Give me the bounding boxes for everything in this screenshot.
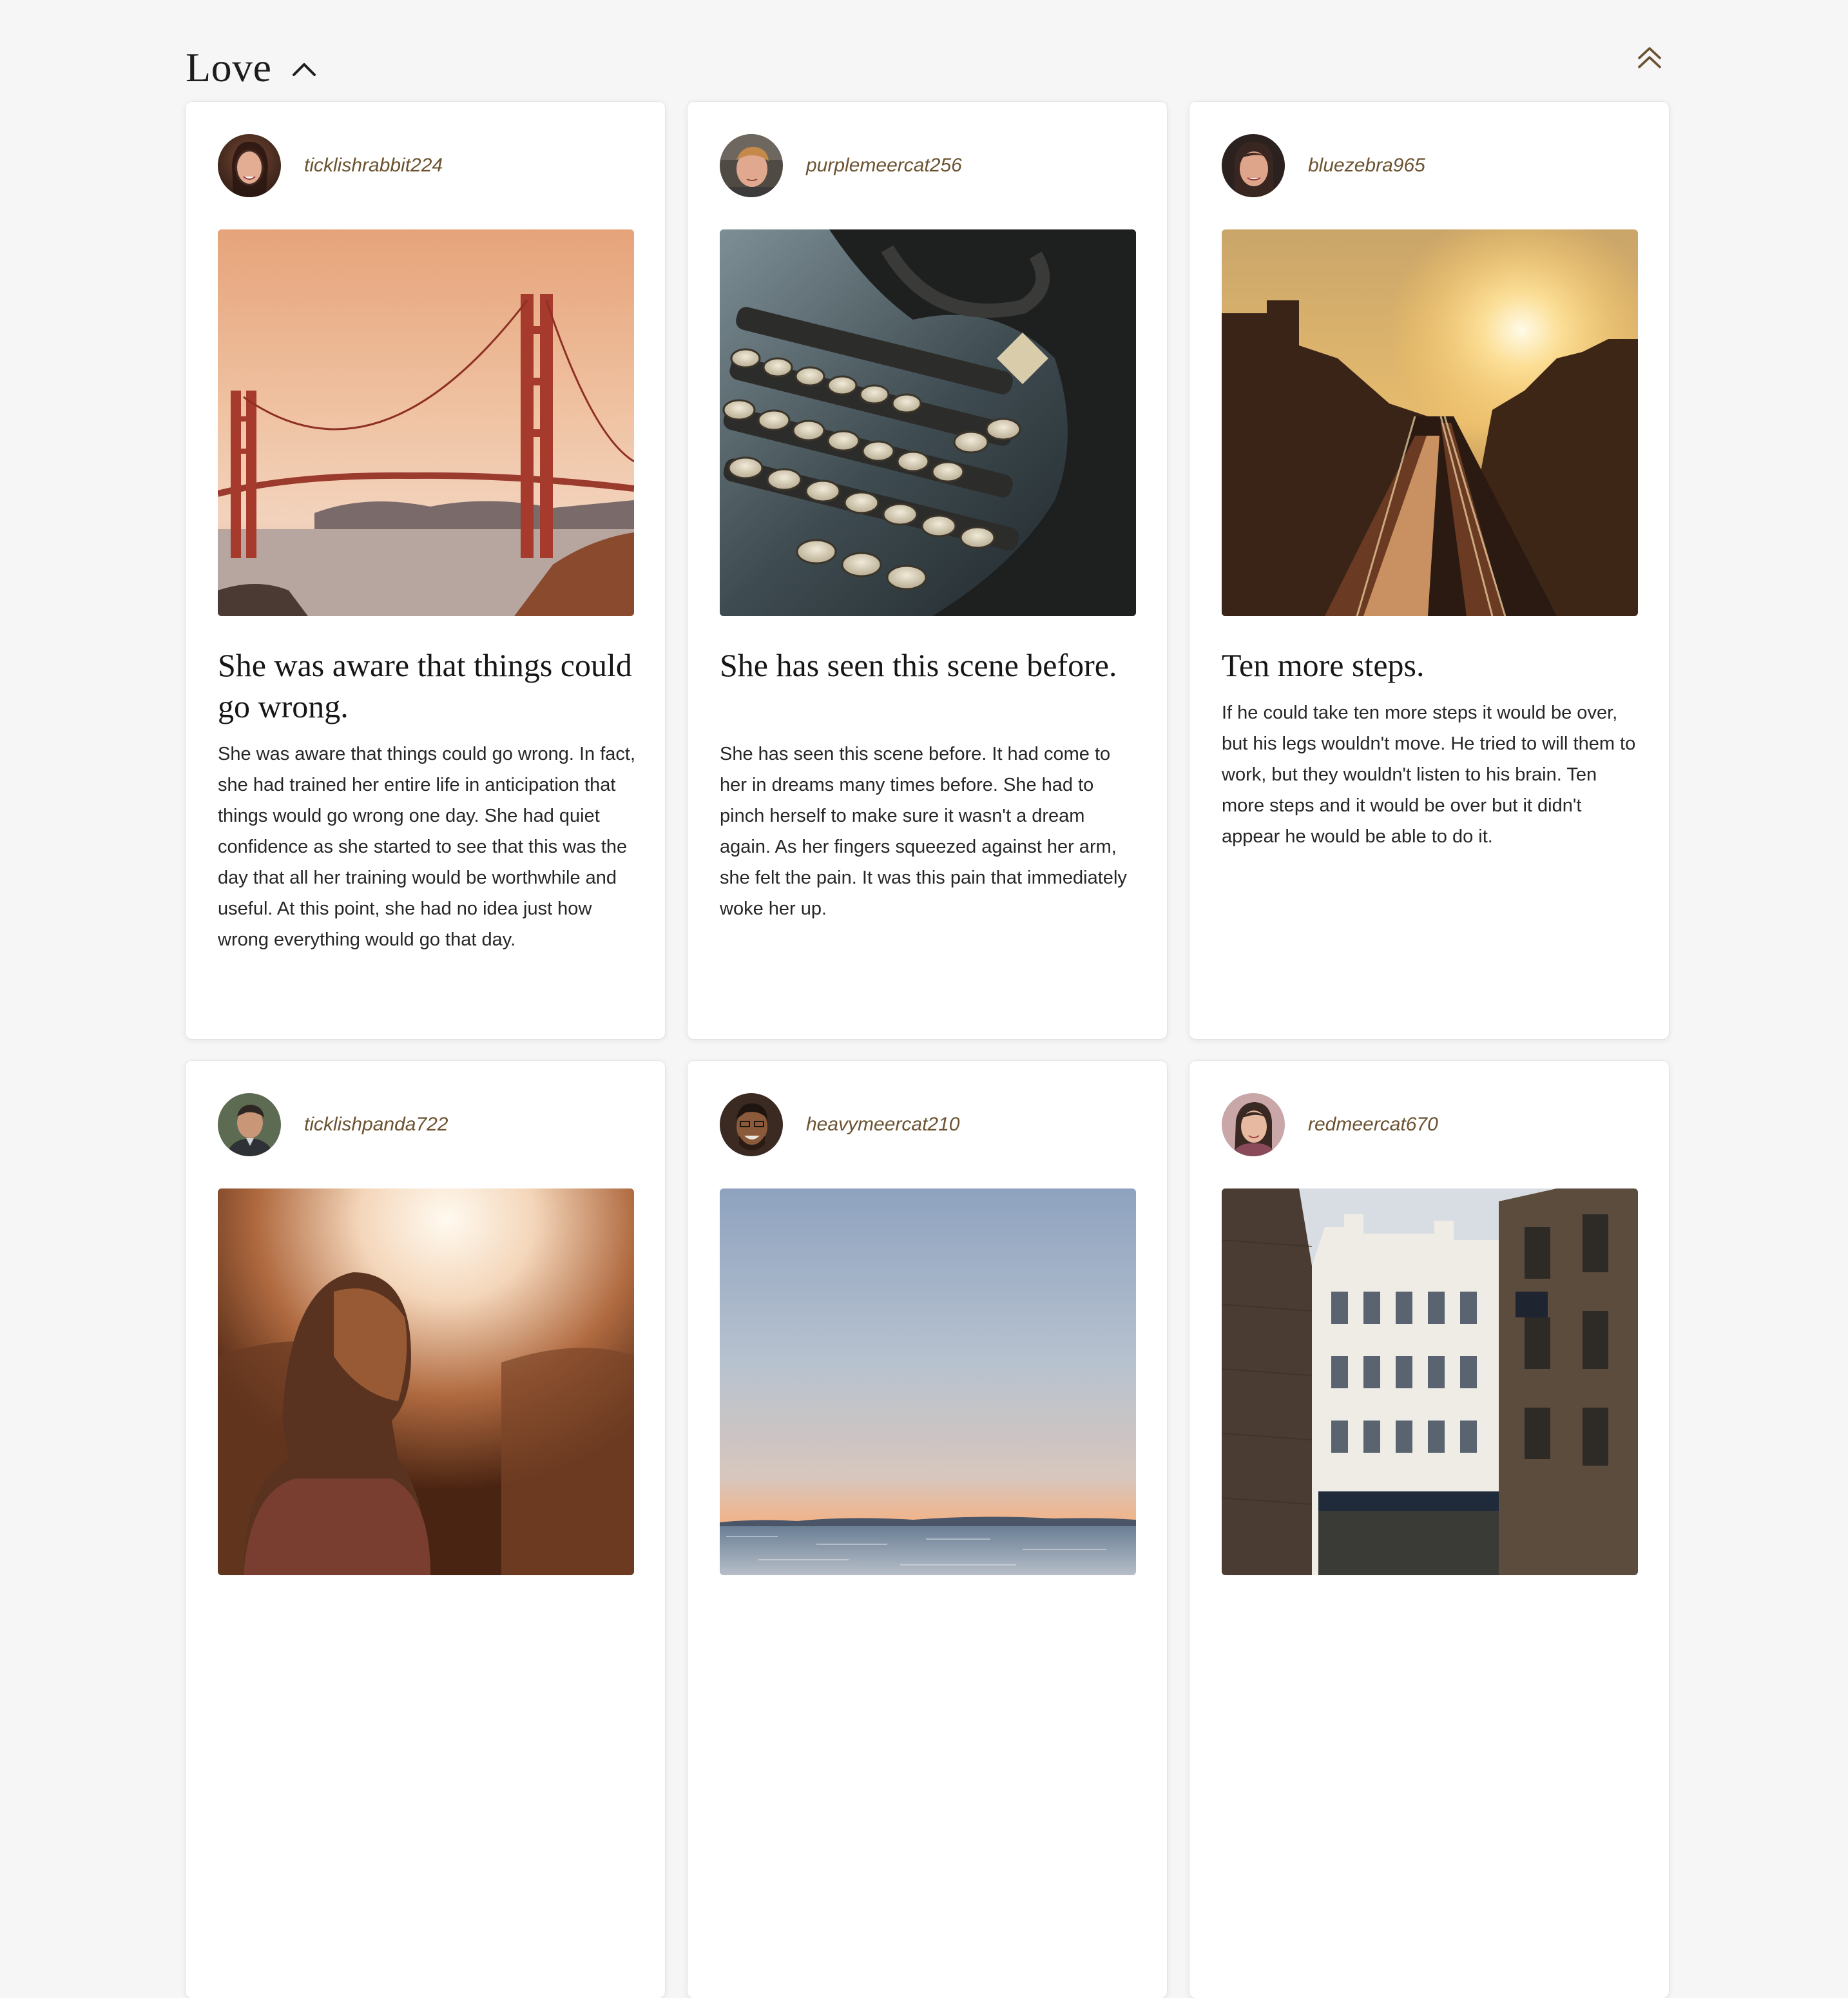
author-username: ticklishpanda722 bbox=[304, 1114, 448, 1135]
story-card: bluezebra965 Ten more steps. If he could… bbox=[1189, 102, 1669, 1039]
story-image[interactable] bbox=[720, 1188, 1136, 1575]
author-link[interactable]: ticklishpanda722 bbox=[218, 1093, 448, 1156]
story-card: redmeercat670 bbox=[1189, 1061, 1669, 1998]
avatar bbox=[1222, 134, 1285, 197]
story-card: purplemeercat256 She has seen this scene… bbox=[688, 102, 1167, 1039]
story-image[interactable] bbox=[1222, 229, 1638, 616]
story-card: heavymeercat210 bbox=[688, 1061, 1167, 1998]
story-image[interactable] bbox=[218, 229, 634, 616]
story-card: ticklishrabbit224 She was aware that thi… bbox=[186, 102, 665, 1039]
story-excerpt: She was aware that things could go wrong… bbox=[218, 744, 636, 950]
author-username: purplemeercat256 bbox=[806, 155, 962, 176]
avatar bbox=[218, 1093, 281, 1156]
author-link[interactable]: bluezebra965 bbox=[1222, 134, 1425, 197]
story-excerpt: If he could take ten more steps it would… bbox=[1222, 703, 1636, 847]
story-title[interactable]: She has seen this scene before. bbox=[720, 645, 1136, 686]
author-username: bluezebra965 bbox=[1308, 155, 1425, 176]
scroll-to-top-button[interactable] bbox=[1633, 41, 1666, 75]
author-link[interactable]: purplemeercat256 bbox=[720, 134, 962, 197]
author-username: redmeercat670 bbox=[1308, 1114, 1438, 1135]
section-title: Love bbox=[186, 44, 272, 90]
author-link[interactable]: ticklishrabbit224 bbox=[218, 134, 443, 197]
chevron-up-icon bbox=[293, 63, 316, 76]
double-chevron-up-icon bbox=[1638, 47, 1661, 68]
story-image[interactable] bbox=[1222, 1188, 1638, 1575]
author-username: heavymeercat210 bbox=[806, 1114, 960, 1135]
story-card: ticklishpanda722 bbox=[186, 1061, 665, 1998]
story-excerpt: She has seen this scene before. It had c… bbox=[720, 744, 1127, 919]
collapse-section-button[interactable] bbox=[287, 53, 321, 86]
avatar bbox=[1222, 1093, 1285, 1156]
story-image[interactable] bbox=[720, 229, 1136, 616]
story-image[interactable] bbox=[218, 1188, 634, 1575]
avatar bbox=[720, 134, 783, 197]
avatar bbox=[720, 1093, 783, 1156]
section-header: Love bbox=[186, 41, 1669, 94]
story-grid: ticklishrabbit224 She was aware that thi… bbox=[186, 102, 1669, 1998]
author-username: ticklishrabbit224 bbox=[304, 155, 443, 176]
story-title[interactable]: She was aware that things could go wrong… bbox=[218, 645, 634, 727]
story-title[interactable]: Ten more steps. bbox=[1222, 645, 1638, 686]
author-link[interactable]: heavymeercat210 bbox=[720, 1093, 959, 1156]
author-link[interactable]: redmeercat670 bbox=[1222, 1093, 1438, 1156]
avatar bbox=[218, 134, 281, 197]
